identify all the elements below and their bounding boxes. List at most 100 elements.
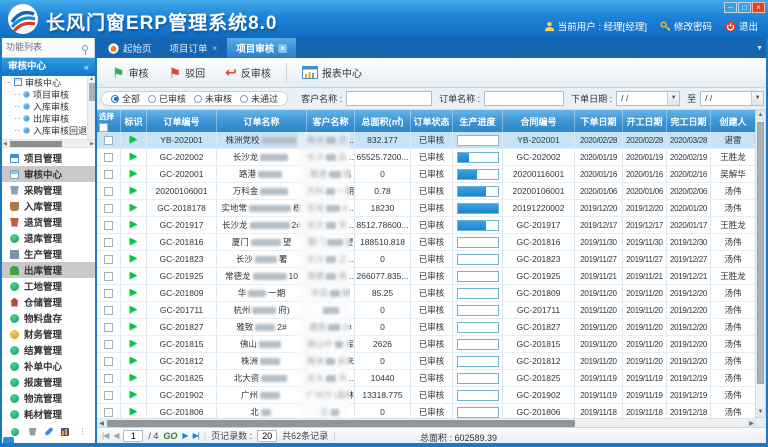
prev-page-button[interactable]: ◀ [113,431,118,440]
column-header[interactable]: 选择 [97,110,121,132]
tab-close-icon[interactable]: × [278,44,287,53]
row-checkbox[interactable] [104,136,113,145]
first-page-button[interactable]: |◀ [102,431,108,440]
table-row[interactable]: ▶GC-202002长沙龙长沙兵...65525.7200...已审核GC-20… [97,149,756,166]
sidebar-item-door[interactable]: 出库管理 [2,262,95,278]
tab-overflow-caret-icon[interactable]: ▼ [756,45,763,52]
table-row[interactable]: ▶GC-201925常德龙10常德保...266077.835...已审核GC-… [97,268,756,285]
tab-close-icon[interactable]: × [212,44,219,53]
scrollbar-thumb[interactable] [10,141,62,147]
sidebar-item-money[interactable]: 财务管理 [2,326,95,342]
tree-item[interactable]: 出库审核 [2,112,95,124]
table-horizontal-scrollbar[interactable]: ◀ ▶ [97,418,756,427]
chart-icon[interactable] [61,428,69,436]
table-vertical-scrollbar[interactable]: ▲ ▼ [755,110,766,418]
row-checkbox[interactable] [104,374,113,383]
radio-approved[interactable]: 已审核 [148,92,186,105]
order-date-picker[interactable]: / /▼ [616,91,680,106]
collapse-icon[interactable]: « [84,58,89,76]
caret-down-icon[interactable]: ▼ [751,92,763,105]
table-row[interactable]: ▶GC-201823长沙署长沙之...0已审核GC-2018232019/11/… [97,251,756,268]
approve-button[interactable]: ⚑ 审核 [103,63,158,82]
row-checkbox[interactable] [104,204,113,213]
order-name-input[interactable] [484,91,564,106]
row-checkbox[interactable] [104,170,113,179]
table-row[interactable]: ▶GC-201825北大资北大天...10440已审核GC-2018252019… [97,370,756,387]
sidebar-item-house[interactable]: 仓储管理 [2,294,95,310]
next-page-button[interactable]: ▶ [182,431,187,440]
row-checkbox[interactable] [104,391,113,400]
table-row[interactable]: ▶GC-201812株洲株洲未来0已审核GC-2018122019/11/202… [97,353,756,370]
sidebar-item-dot[interactable]: 工地管理 [2,278,95,294]
table-row[interactable]: ▶GC-201809华一期华润期85.25已审核GC-2018092019/11… [97,285,756,302]
order-date-end-picker[interactable]: / /▼ [700,91,764,106]
sidebar-item-dot[interactable]: 补单中心 [2,358,95,374]
row-checkbox[interactable] [104,255,113,264]
table-row[interactable]: ▶20200106001万科金万科一期0.78已审核20200106001202… [97,183,756,200]
table-row[interactable]: ▶GC-201711杭州府)0已审核GC-2017112019/11/20201… [97,302,756,319]
table-row[interactable]: ▶GC-201902广州广州万森林13318.775已审核GC-20190220… [97,387,756,404]
sidebar-item-cart[interactable]: 采购管理 [2,182,95,198]
row-checkbox[interactable] [104,289,113,298]
customer-name-input[interactable] [346,91,432,106]
sidebar-item-doc2[interactable]: 审核中心 [2,166,95,182]
row-checkbox[interactable] [104,221,113,230]
radio-unapproved[interactable]: 未审核 [194,92,232,105]
row-checkbox[interactable] [104,408,113,417]
pen-icon[interactable] [44,427,53,436]
tree-vertical-scrollbar[interactable]: ▲ [87,76,95,140]
sidebar-item-dot[interactable]: 报废管理 [2,374,95,390]
column-header[interactable]: 创建人 [711,110,756,132]
tree-item[interactable]: 入库审核回退 [2,124,95,136]
tab-project-audit[interactable]: 项目审核 × [227,38,296,58]
more-dots-icon[interactable]: ⋮ [79,428,87,436]
table-row[interactable]: ▶GC-2018178实地常栋实地#...18230已审核20191220002… [97,200,756,217]
table-row[interactable]: ▶YB-202001株洲党校株洲员...832.177已审核YB-2020012… [97,132,756,149]
table-row[interactable]: ▶GC-201816厦门望厦门望188510.818已审核GC-20181620… [97,234,756,251]
scrollbar-thumb[interactable] [757,122,764,384]
row-checkbox[interactable] [104,238,113,247]
column-header[interactable]: 开工日期 [623,110,667,132]
sidebar-item-basket[interactable]: 入库管理 [2,198,95,214]
sidebar-item-dot[interactable]: 耗材管理 [2,406,95,422]
last-page-button[interactable]: ▶| [193,431,199,440]
radio-all[interactable]: 全部 [111,92,140,105]
caret-down-icon[interactable]: ▼ [667,92,679,105]
sidebar-item-dot[interactable]: 物料盘存 [2,310,95,326]
tree-horizontal-scrollbar[interactable]: ◀ ▶ [2,139,95,147]
reject-button[interactable]: ⚑ 驳回 [160,63,215,82]
column-header[interactable]: 订单名称 [217,110,307,132]
sidebar-item-doc[interactable]: 项目管理 [2,150,95,166]
minimize-button[interactable]: – [724,2,737,13]
sidebar-item-dot[interactable]: 结算管理 [2,342,95,358]
column-header[interactable]: 合同编号 [503,110,575,132]
page-size-input[interactable] [257,430,277,442]
maximize-button[interactable]: □ [738,2,751,13]
cart-icon[interactable] [29,428,37,436]
sidebar-item-cartred[interactable]: 退货管理 [2,214,95,230]
scroll-left-icon[interactable]: ◀ [3,141,7,147]
scroll-up-icon[interactable]: ▲ [756,111,765,120]
table-row[interactable]: ▶GC-201806北北0已审核GC-2018062019/11/182019/… [97,404,756,418]
table-row[interactable]: ▶GC-201815佛山佛山中库2626已审核GC-2018152019/11/… [97,336,756,353]
tree-item[interactable]: 入库审核 [2,100,95,112]
column-header[interactable]: 下单日期 [575,110,623,132]
radio-failed[interactable]: 未通过 [240,92,278,105]
status-dot-icon[interactable] [11,428,19,436]
column-header[interactable]: 订单状态 [411,110,453,132]
go-button[interactable]: GO [163,431,177,441]
scrollbar-thumb[interactable] [107,420,575,427]
sidebar-item-dot[interactable]: 物流管理 [2,390,95,406]
select-all-checkbox[interactable] [99,123,108,132]
row-checkbox[interactable] [104,272,113,281]
row-checkbox[interactable] [104,340,113,349]
row-checkbox[interactable] [104,187,113,196]
close-button[interactable]: × [752,2,765,13]
tab-home[interactable]: 起始页 [99,38,161,58]
tree-item[interactable]: 项目审核 [2,88,95,100]
column-header[interactable]: 完工日期 [667,110,711,132]
table-row[interactable]: ▶GC-201917长沙龙2#长沙天...8512.78600...已审核GC-… [97,217,756,234]
table-row[interactable]: ▶GC-202001路港路港墙0已审核202001160012020/01/16… [97,166,756,183]
column-header[interactable]: 订单编号 [147,110,217,132]
sidebar-item-machine[interactable]: 生产管理 [2,246,95,262]
